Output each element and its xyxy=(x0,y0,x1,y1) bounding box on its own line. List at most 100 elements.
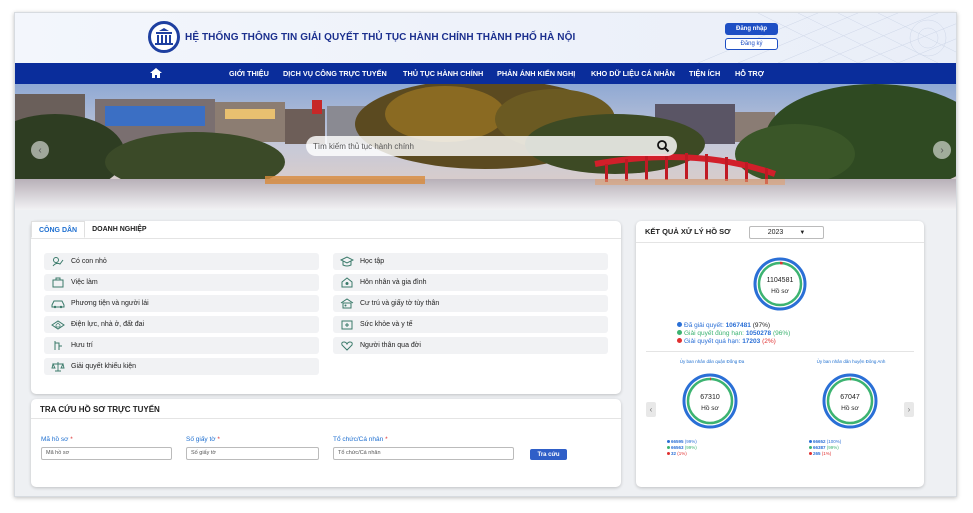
service-label: Cư trú và giấy tờ tùy thân xyxy=(360,300,440,307)
nav-item-dich-vu-cong[interactable]: DỊCH VỤ CÔNG TRỰC TUYẾN xyxy=(283,63,387,84)
hero-banner: ‹ › xyxy=(15,84,956,210)
procedure-search-bar xyxy=(306,136,677,156)
to-chuc-input[interactable]: Tổ chức/Cá nhân xyxy=(333,447,514,460)
legend-value: 66595 xyxy=(671,439,684,444)
service-item-phuong-tien[interactable]: Phương tiện và người lái xyxy=(44,295,319,312)
procedure-search-input[interactable] xyxy=(313,141,643,151)
legend-pct: (2%) xyxy=(762,338,776,345)
nav-item-phan-anh[interactable]: PHẢN ÁNH KIẾN NGHỊ xyxy=(497,63,575,84)
label-text: Tổ chức/Cá nhân xyxy=(333,436,384,443)
main-ring-chart xyxy=(753,257,807,311)
label-text: Số giấy tờ xyxy=(186,436,216,443)
service-item-hoc-tap[interactable]: Học tập xyxy=(333,253,608,270)
legend-pct: (99%) xyxy=(684,439,697,444)
sub-title-dong-da: Ủy ban nhân dân quận Đống Đa xyxy=(679,359,745,364)
nav-item-ho-tro[interactable]: HỖ TRỢ xyxy=(735,63,764,84)
service-item-suc-khoe[interactable]: Sức khỏe và y tế xyxy=(333,316,608,333)
tab-cong-dan[interactable]: CÔNG DÂN xyxy=(31,221,86,238)
main-unit: Hồ sơ xyxy=(771,288,789,295)
service-label: Người thân qua đời xyxy=(360,342,421,349)
carousel-next-button[interactable]: › xyxy=(904,402,914,417)
lookup-card: TRA CỨU HỒ SƠ TRỰC TUYẾN Mã hồ sơ * Mã h… xyxy=(31,399,621,487)
main-nav: GIỚI THIỆU DỊCH VỤ CÔNG TRỰC TUYẾN THỦ T… xyxy=(15,63,956,84)
banner-prev-button[interactable]: ‹ xyxy=(31,141,49,159)
legend-value: 32 xyxy=(671,451,677,456)
so-giay-to-input[interactable]: Số giấy tờ xyxy=(186,447,319,460)
service-item-nguoi-than[interactable]: Người thân qua đời xyxy=(333,337,608,354)
service-item-dien-luc[interactable]: Điện lực, nhà ở, đất đai xyxy=(44,316,319,333)
scale-icon xyxy=(51,362,65,372)
services-card: CÔNG DÂN DOANH NGHIỆP Có con nhỏ Việc là… xyxy=(31,221,621,394)
hanoi-logo[interactable] xyxy=(148,21,180,53)
service-label: Phương tiện và người lái xyxy=(71,300,149,307)
service-item-viec-lam[interactable]: Việc làm xyxy=(44,274,319,291)
legend-label: Giải quyết đúng hạn: xyxy=(684,330,744,337)
sub-unit-dong-anh: Hồ sơ xyxy=(841,405,859,412)
search-icon[interactable] xyxy=(656,139,670,153)
site-title[interactable]: HỆ THỐNG THÔNG TIN GIẢI QUYẾT THỦ TỤC HÀ… xyxy=(185,32,575,43)
service-item-cu-tru[interactable]: Cư trú và giấy tờ tùy thân xyxy=(333,295,608,312)
home-icon[interactable] xyxy=(149,66,163,80)
legend-label: Giải quyết quá hạn: xyxy=(684,338,741,345)
sub-legend-3: 32 (1%) xyxy=(667,451,687,457)
land-icon xyxy=(51,320,65,330)
service-label: Giải quyết khiếu kiện xyxy=(71,363,136,370)
field-label-ma-ho-so: Mã hồ sơ * xyxy=(41,436,73,443)
carousel-prev-button[interactable]: ‹ xyxy=(646,402,656,417)
banner-next-button[interactable]: › xyxy=(933,141,951,159)
chevron-left-icon: ‹ xyxy=(649,405,653,414)
legend-pct: (99%) xyxy=(826,445,839,450)
service-label: Việc làm xyxy=(71,279,98,286)
service-item-co-con-nho[interactable]: Có con nhỏ xyxy=(44,253,319,270)
sub-unit-dong-da: Hồ sơ xyxy=(701,405,719,412)
legend-dot xyxy=(667,446,670,449)
register-button[interactable]: Đăng ký xyxy=(725,38,778,50)
legend-pct: (97%) xyxy=(752,322,771,329)
legend-value: 1067481 xyxy=(725,322,751,329)
sub-legend-3: 265 (1%) xyxy=(809,451,831,457)
service-item-khieu-kien[interactable]: Giải quyết khiếu kiện xyxy=(44,358,319,375)
nav-item-gioi-thieu[interactable]: GIỚI THIỆU xyxy=(229,63,269,84)
legend-value: 17203 xyxy=(742,338,761,345)
family-icon xyxy=(341,277,353,288)
legend-dot xyxy=(809,446,812,449)
legend-label: Đã giải quyết: xyxy=(684,322,724,329)
service-label: Học tập xyxy=(360,258,385,265)
required-mark: * xyxy=(217,436,220,443)
legend-dot xyxy=(677,322,682,327)
results-title: KẾT QUẢ XỬ LÝ HỒ SƠ xyxy=(645,227,731,236)
tra-cuu-button[interactable]: Tra cứu xyxy=(530,449,567,460)
service-item-hon-nhan[interactable]: Hôn nhân và gia đình xyxy=(333,274,608,291)
divider xyxy=(646,351,914,352)
chevron-right-icon: › xyxy=(907,405,911,414)
nav-item-tien-ich[interactable]: TIỆN ÍCH xyxy=(689,63,720,84)
heart-icon xyxy=(341,341,353,351)
main-total: 1104581 xyxy=(766,277,794,284)
legend-dot xyxy=(677,338,682,343)
sub-ring-chart-dong-da xyxy=(682,373,738,429)
service-label: Hưu trí xyxy=(71,342,93,349)
legend-pct: (1%) xyxy=(821,451,832,456)
legend-pct: (100%) xyxy=(826,439,842,444)
year-select[interactable]: 2023 ▼ xyxy=(749,226,824,239)
legend-dot xyxy=(809,440,812,443)
sub-total-dong-anh: 67047 xyxy=(840,394,860,401)
service-item-huu-tri[interactable]: Hưu trí xyxy=(44,337,319,354)
divider xyxy=(31,418,621,419)
nav-item-kho-du-lieu[interactable]: KHO DỮ LIỆU CÁ NHÂN xyxy=(591,63,675,84)
ma-ho-so-input[interactable]: Mã hồ sơ xyxy=(41,447,172,460)
logo-emblem-icon xyxy=(155,28,173,45)
legend-qua-han: Giải quyết quá hạn: 17203 (2%) xyxy=(677,338,776,346)
service-label: Điện lực, nhà ở, đất đai xyxy=(71,321,145,328)
browser-page: HỆ THỐNG THÔNG TIN GIẢI QUYẾT THỦ TỤC HÀ… xyxy=(14,12,957,497)
legend-da-giai-quyet: Đã giải quyết: 1067481 (97%) xyxy=(677,322,770,330)
sub-title-dong-anh: Ủy ban nhân dân huyện Đông Anh xyxy=(816,359,886,364)
car-icon xyxy=(51,300,65,309)
nav-item-thu-tuc[interactable]: THỦ TỤC HÀNH CHÍNH xyxy=(403,63,483,84)
login-button[interactable]: Đăng nhập xyxy=(725,23,778,35)
legend-value: 1050278 xyxy=(745,330,772,337)
legend-value: 66563 xyxy=(671,445,684,450)
lookup-title: TRA CỨU HỒ SƠ TRỰC TUYẾN xyxy=(40,405,160,414)
tab-doanh-nghiep[interactable]: DOANH NGHIỆP xyxy=(85,221,153,238)
health-icon xyxy=(341,320,353,330)
